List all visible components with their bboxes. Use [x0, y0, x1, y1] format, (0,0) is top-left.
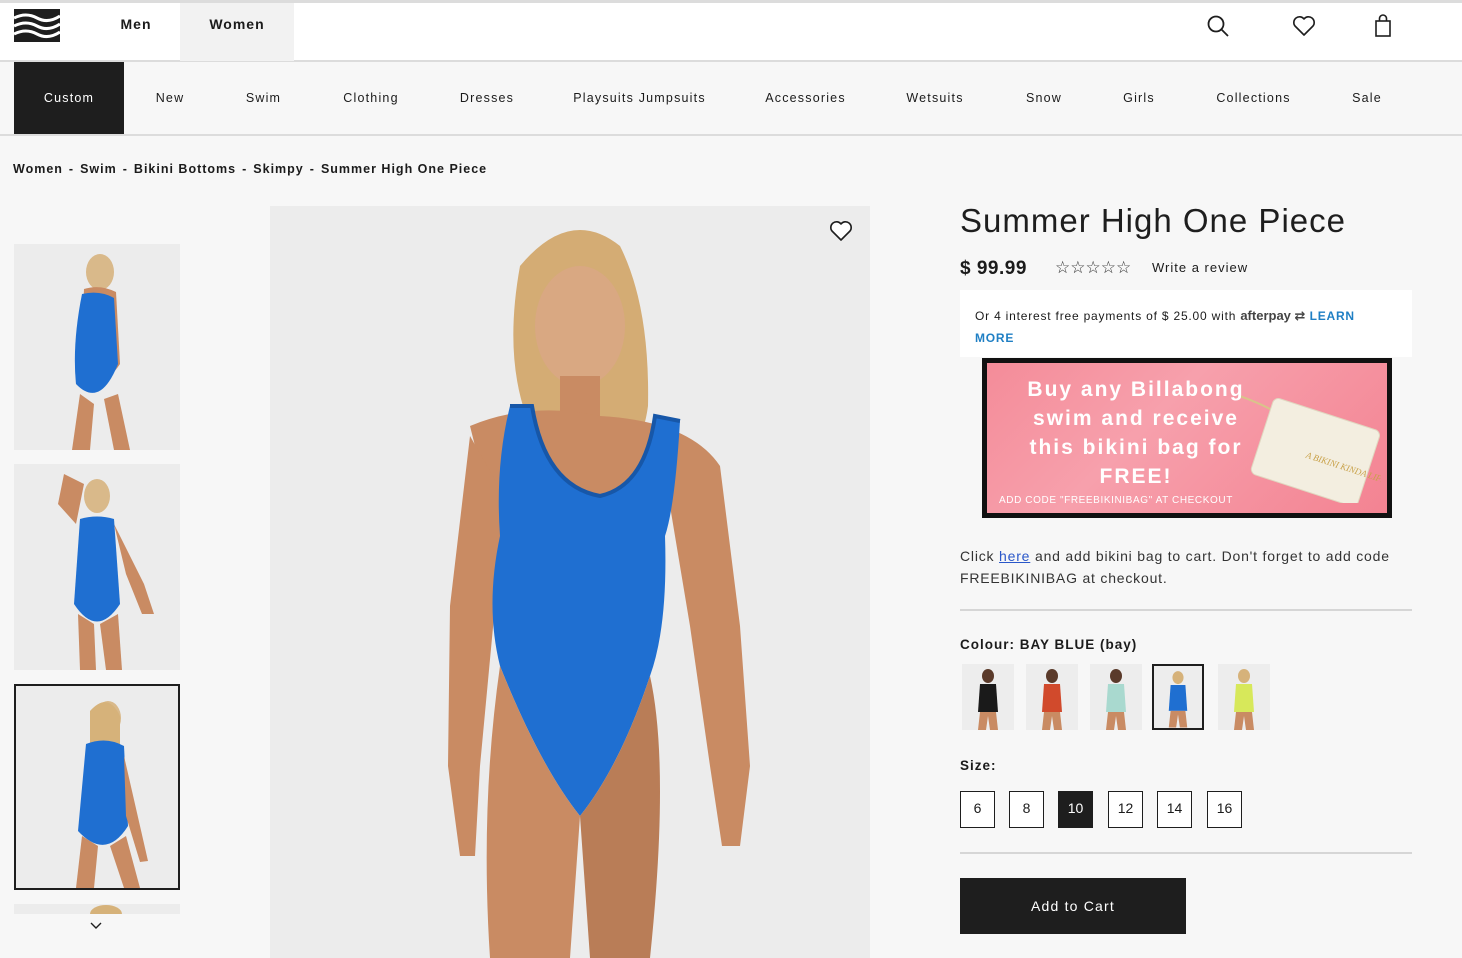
- breadcrumb-women[interactable]: Women: [13, 162, 63, 176]
- nav-item-sale[interactable]: Sale: [1322, 62, 1412, 134]
- product-title: Summer High One Piece: [960, 202, 1346, 239]
- billabong-logo[interactable]: [13, 9, 61, 42]
- breadcrumb-bikini-bottoms[interactable]: Bikini Bottoms: [134, 162, 236, 176]
- size-option-14[interactable]: 14: [1157, 791, 1192, 828]
- breadcrumb-separator: -: [122, 162, 128, 176]
- write-review-link[interactable]: Write a review: [1152, 260, 1248, 275]
- colour-swatch-bay-blue[interactable]: [1152, 664, 1204, 730]
- nav-item-clothing[interactable]: Clothing: [311, 62, 431, 134]
- afterpay-logo: afterpay: [1240, 308, 1291, 323]
- afterpay-arrows-icon: ⇄: [1290, 308, 1306, 323]
- size-option-16[interactable]: 16: [1207, 791, 1242, 828]
- thumbnail-back-view[interactable]: [14, 244, 180, 450]
- breadcrumb-skimpy[interactable]: Skimpy: [253, 162, 303, 176]
- size-option-6[interactable]: 6: [960, 791, 995, 828]
- breadcrumb-separator: -: [242, 162, 248, 176]
- add-to-cart-button[interactable]: Add to Cart: [960, 878, 1186, 934]
- colour-swatch-lime[interactable]: [1218, 664, 1270, 730]
- search-icon[interactable]: [1205, 13, 1231, 39]
- size-option-8[interactable]: 8: [1009, 791, 1044, 828]
- size-label: Size:: [960, 758, 997, 773]
- bikini-bag-image: A BIKINI KINDA LIFE: [1241, 395, 1381, 503]
- colour-swatch-black[interactable]: [962, 664, 1014, 730]
- promo-instructions: Click here and add bikini bag to cart. D…: [960, 545, 1412, 589]
- breadcrumb-current: Summer High One Piece: [320, 162, 488, 176]
- top-header: Men Women: [0, 0, 1462, 62]
- thumbnail-partial[interactable]: [14, 904, 180, 914]
- thumbnail-front-selected[interactable]: [14, 684, 180, 890]
- colour-swatch-red[interactable]: [1026, 664, 1078, 730]
- breadcrumb-separator: -: [309, 162, 315, 176]
- here-link[interactable]: here: [999, 548, 1030, 564]
- nav-item-playsuits[interactable]: Playsuits Jumpsuits: [543, 62, 736, 134]
- category-nav: Custom New Swim Clothing Dresses Playsui…: [0, 62, 1462, 136]
- info-prefix: Click: [960, 548, 995, 564]
- afterpay-info: Or 4 interest free payments of $ 25.00 w…: [960, 290, 1412, 357]
- nav-item-snow[interactable]: Snow: [995, 62, 1093, 134]
- product-price: $ 99.99: [960, 258, 1027, 279]
- nav-item-wetsuits[interactable]: Wetsuits: [875, 62, 995, 134]
- afterpay-text: Or 4 interest free payments of $ 25.00 w…: [975, 309, 1237, 323]
- main-product-image[interactable]: [270, 206, 870, 958]
- divider: [960, 609, 1412, 611]
- nav-item-dresses[interactable]: Dresses: [431, 62, 543, 134]
- tab-men[interactable]: Men: [92, 3, 180, 61]
- breadcrumb: Women - Swim - Bikini Bottoms - Skimpy -…: [13, 162, 487, 176]
- chevron-down-icon[interactable]: [86, 918, 106, 934]
- nav-item-new[interactable]: New: [124, 62, 216, 134]
- heart-icon[interactable]: [1291, 13, 1317, 39]
- nav-item-accessories[interactable]: Accessories: [736, 62, 875, 134]
- promo-banner-background: Buy any Billabong swim and receive this …: [987, 363, 1387, 513]
- bag-icon[interactable]: [1370, 13, 1396, 39]
- size-option-10[interactable]: 10: [1058, 791, 1093, 828]
- nav-item-girls[interactable]: Girls: [1093, 62, 1185, 134]
- size-option-12[interactable]: 12: [1108, 791, 1143, 828]
- promo-code-line: ADD CODE "FREEBIKINIBAG" AT CHECKOUT: [999, 495, 1233, 506]
- promo-banner[interactable]: Buy any Billabong swim and receive this …: [982, 358, 1392, 518]
- wishlist-heart-icon[interactable]: [828, 218, 854, 244]
- nav-item-collections[interactable]: Collections: [1185, 62, 1322, 134]
- colour-label: Colour: BAY BLUE (bay): [960, 637, 1138, 652]
- breadcrumb-separator: -: [68, 162, 75, 176]
- thumbnail-front-arm-up[interactable]: [14, 464, 180, 670]
- divider: [960, 852, 1412, 854]
- promo-headline: Buy any Billabong swim and receive this …: [1027, 378, 1245, 488]
- colour-swatch-mint[interactable]: [1090, 664, 1142, 730]
- tab-women[interactable]: Women: [180, 3, 294, 61]
- nav-item-swim[interactable]: Swim: [216, 62, 311, 134]
- breadcrumb-swim[interactable]: Swim: [80, 162, 117, 176]
- nav-item-custom[interactable]: Custom: [14, 62, 124, 134]
- rating-stars-icon[interactable]: ☆☆☆☆☆: [1055, 258, 1131, 278]
